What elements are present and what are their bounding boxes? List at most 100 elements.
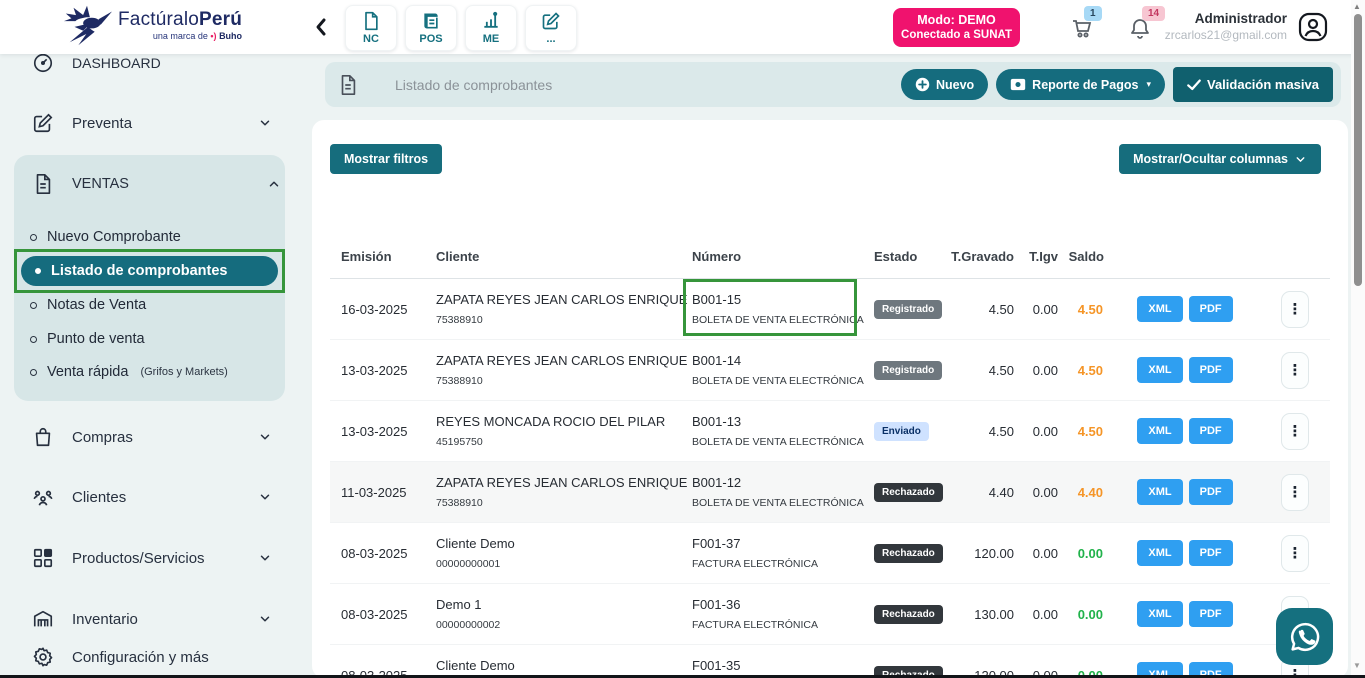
shopping-bag-icon <box>32 426 54 448</box>
cell-tipo: FACTURA ELECTRÓNICA <box>692 619 874 631</box>
cell-cliente: ZAPATA REYES JEAN CARLOS ENRIQUE <box>436 475 692 490</box>
sidebar-item-ventas[interactable]: VENTAS <box>32 169 267 199</box>
xml-button[interactable]: XML <box>1137 601 1182 627</box>
pdf-button[interactable]: PDF <box>1189 479 1233 505</box>
chevron-down-icon <box>258 116 272 130</box>
user-name: Administrador <box>1165 10 1287 28</box>
xml-button[interactable]: XML <box>1137 418 1182 444</box>
cart-button[interactable]: 1 <box>1070 16 1094 40</box>
sidebar-item-productos-servicios[interactable]: Productos/Servicios <box>14 543 284 573</box>
top-header: FactúraloPerú una marca de •) Buho NC PO… <box>0 0 1365 54</box>
row-menu-button[interactable]: ⋮ <box>1281 474 1309 511</box>
xml-button[interactable]: XML <box>1137 479 1182 505</box>
sidebar: DASHBOARD Preventa VENTAS Nuevo Comproba… <box>0 0 300 678</box>
annotation-box-sidebar: Listado de comprobantes <box>14 249 285 293</box>
app-window: FactúraloPerú una marca de •) Buho NC PO… <box>0 0 1365 678</box>
nc-button[interactable]: NC <box>345 5 397 51</box>
whatsapp-button[interactable] <box>1276 608 1333 665</box>
comprobantes-table: Emisión Cliente Número Estado T.Gravado … <box>330 235 1330 678</box>
cell-cliente-doc: 00000000002 <box>436 619 692 631</box>
bullet-icon <box>35 268 41 274</box>
sidebar-item-venta-rapida[interactable]: Venta rápida (Grifos y Markets) <box>30 359 270 385</box>
table-row: 08-03-2025 Cliente Demo00000000001 F001-… <box>330 645 1330 678</box>
status-badge: Enviado <box>874 422 929 441</box>
scroll-down-arrow[interactable]: ▼ <box>1353 661 1361 670</box>
xml-button[interactable]: XML <box>1137 357 1182 383</box>
show-hide-columns-button[interactable]: Mostrar/Ocultar columnas <box>1119 144 1321 174</box>
row-menu-button[interactable]: ⋮ <box>1281 352 1309 389</box>
table-row: 13-03-2025 REYES MONCADA ROCIO DEL PILAR… <box>330 401 1330 462</box>
payment-report-button[interactable]: Reporte de Pagos ▾ <box>996 69 1165 100</box>
show-filters-button[interactable]: Mostrar filtros <box>330 144 442 174</box>
table-row: 16-03-2025 ZAPATA REYES JEAN CARLOS ENRI… <box>330 279 1330 340</box>
sidebar-collapse-button[interactable] <box>314 17 328 37</box>
row-menu-button[interactable]: ⋮ <box>1281 413 1309 450</box>
account-icon <box>1297 11 1329 43</box>
annotation-box-numero <box>683 279 857 336</box>
xml-button[interactable]: XML <box>1137 296 1182 322</box>
cell-emision: 13-03-2025 <box>330 363 436 378</box>
notifications-button[interactable]: 14 <box>1128 16 1152 40</box>
cell-saldo: 0.00 <box>1064 546 1110 561</box>
whatsapp-icon <box>1287 619 1323 655</box>
cell-cliente: Cliente Demo <box>436 658 692 673</box>
page-header-bar: Listado de comprobantes Nuevo Reporte de… <box>325 62 1341 107</box>
cart-count-badge: 1 <box>1084 6 1102 21</box>
row-menu-button[interactable]: ⋮ <box>1281 535 1309 572</box>
brand-tagline: una marca de •) Buho <box>118 32 242 41</box>
account-menu-button[interactable] <box>1297 11 1329 43</box>
cell-cliente-doc: 00000000001 <box>436 558 692 570</box>
cell-tigv: 0.00 <box>1020 302 1064 317</box>
sidebar-item-punto-de-venta[interactable]: Punto de venta <box>30 326 270 352</box>
bullet-icon <box>30 302 37 309</box>
pdf-button[interactable]: PDF <box>1189 357 1233 383</box>
pdf-button[interactable]: PDF <box>1189 540 1233 566</box>
xml-button[interactable]: XML <box>1137 540 1182 566</box>
page-scrollbar[interactable]: ▲ ▼ <box>1351 0 1365 678</box>
sidebar-item-inventario[interactable]: Inventario <box>14 604 284 634</box>
column-header-cliente: Cliente <box>436 249 692 264</box>
sidebar-item-configuracion[interactable]: Configuración y más <box>14 642 284 672</box>
chevron-down-icon <box>258 551 272 565</box>
caret-down-icon: ▾ <box>1146 79 1151 90</box>
scrollbar-thumb[interactable] <box>1354 14 1362 286</box>
sidebar-item-notas-de-venta[interactable]: Notas de Venta <box>30 292 270 318</box>
sidebar-item-preventa[interactable]: Preventa <box>14 108 284 138</box>
mass-validation-button[interactable]: Validación masiva <box>1173 67 1333 102</box>
scroll-up-arrow[interactable]: ▲ <box>1353 2 1361 11</box>
column-header-numero: Número <box>692 249 874 264</box>
grid-icon <box>32 547 54 569</box>
hummingbird-logo-icon <box>62 4 112 46</box>
user-email: zrcarlos21@gmail.com <box>1165 28 1287 44</box>
cell-tigv: 0.00 <box>1020 546 1064 561</box>
brand-name: FactúraloPerú <box>118 10 242 29</box>
document-icon <box>361 11 381 31</box>
cell-numero: B001-13 <box>692 414 874 429</box>
cell-tgravado: 120.00 <box>944 546 1020 561</box>
cell-cliente-doc: 75388910 <box>436 497 692 509</box>
cell-saldo: 4.50 <box>1064 302 1110 317</box>
me-button[interactable]: ME <box>465 5 517 51</box>
pdf-button[interactable]: PDF <box>1189 418 1233 444</box>
cell-tigv: 0.00 <box>1020 607 1064 622</box>
pos-button[interactable]: POS <box>405 5 457 51</box>
cell-emision: 11-03-2025 <box>330 485 436 500</box>
more-documents-button[interactable]: ... <box>525 5 577 51</box>
sidebar-item-compras[interactable]: Compras <box>14 422 284 452</box>
sidebar-item-nuevo-comprobante[interactable]: Nuevo Comprobante <box>30 224 270 250</box>
status-badge: Registrado <box>874 300 942 319</box>
cell-tgravado: 130.00 <box>944 607 1020 622</box>
pdf-button[interactable]: PDF <box>1189 601 1233 627</box>
chevron-up-icon <box>267 177 281 191</box>
cell-emision: 16-03-2025 <box>330 302 436 317</box>
sidebar-item-clientes[interactable]: Clientes <box>14 482 284 512</box>
status-badge: Rechazado <box>874 483 943 502</box>
pdf-button[interactable]: PDF <box>1189 296 1233 322</box>
bullet-icon <box>30 336 37 343</box>
row-menu-button[interactable]: ⋮ <box>1281 291 1309 328</box>
sidebar-item-listado-comprobantes-selected[interactable]: Listado de comprobantes <box>21 256 278 286</box>
cell-tgravado: 4.40 <box>944 485 1020 500</box>
cell-cliente: REYES MONCADA ROCIO DEL PILAR <box>436 414 692 429</box>
cell-tigv: 0.00 <box>1020 485 1064 500</box>
new-button[interactable]: Nuevo <box>901 69 988 100</box>
